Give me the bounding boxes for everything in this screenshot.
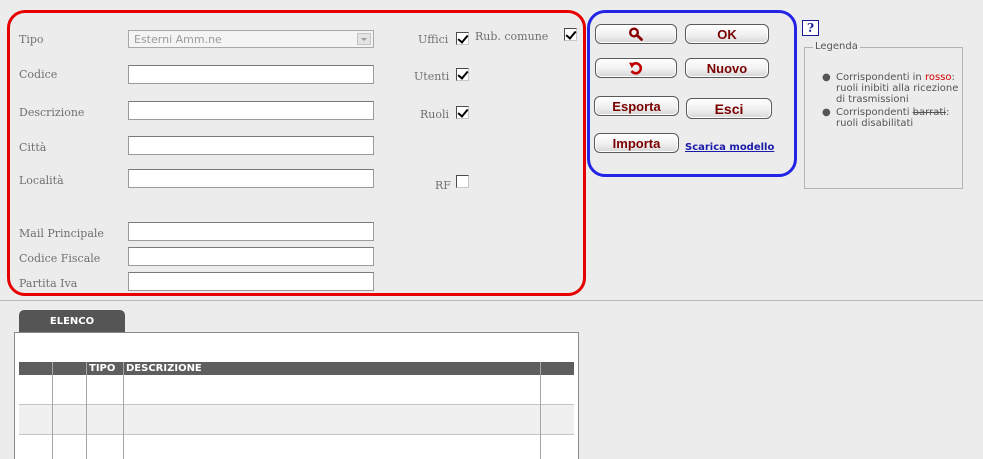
row-divider (19, 434, 574, 435)
help-icon[interactable]: ? (802, 20, 819, 36)
column-divider (86, 362, 87, 459)
legend-item: ● Corrispondenti barrati: ruoli disabili… (822, 107, 950, 129)
bullet-icon: ● (822, 72, 831, 83)
col-header-select (21, 362, 51, 375)
divider (0, 300, 983, 301)
col-header-descrizione[interactable]: DESCRIZIONE (126, 362, 526, 375)
table-row[interactable] (19, 404, 574, 434)
table-row[interactable] (19, 434, 574, 459)
row-divider (19, 404, 574, 405)
table-header: TIPO DESCRIZIONE (19, 362, 574, 375)
column-divider (123, 362, 124, 459)
actions-highlight-frame (587, 10, 797, 177)
col-header-tipo[interactable]: TIPO (89, 362, 123, 375)
col-header-extra (544, 362, 572, 375)
col-header-icon (55, 362, 85, 375)
legend-title: Legenda (813, 41, 860, 52)
bullet-icon: ● (822, 107, 831, 118)
table-row[interactable] (19, 375, 574, 404)
column-divider (540, 362, 541, 459)
legend-item: ● Corrispondenti in rosso: ruoli inibiti… (822, 72, 959, 105)
column-divider (52, 362, 53, 459)
legend-list: ● Corrispondenti in rosso: ruoli inibiti… (820, 72, 962, 131)
tab-elenco[interactable]: ELENCO (19, 310, 125, 332)
form-highlight-frame (7, 10, 586, 296)
